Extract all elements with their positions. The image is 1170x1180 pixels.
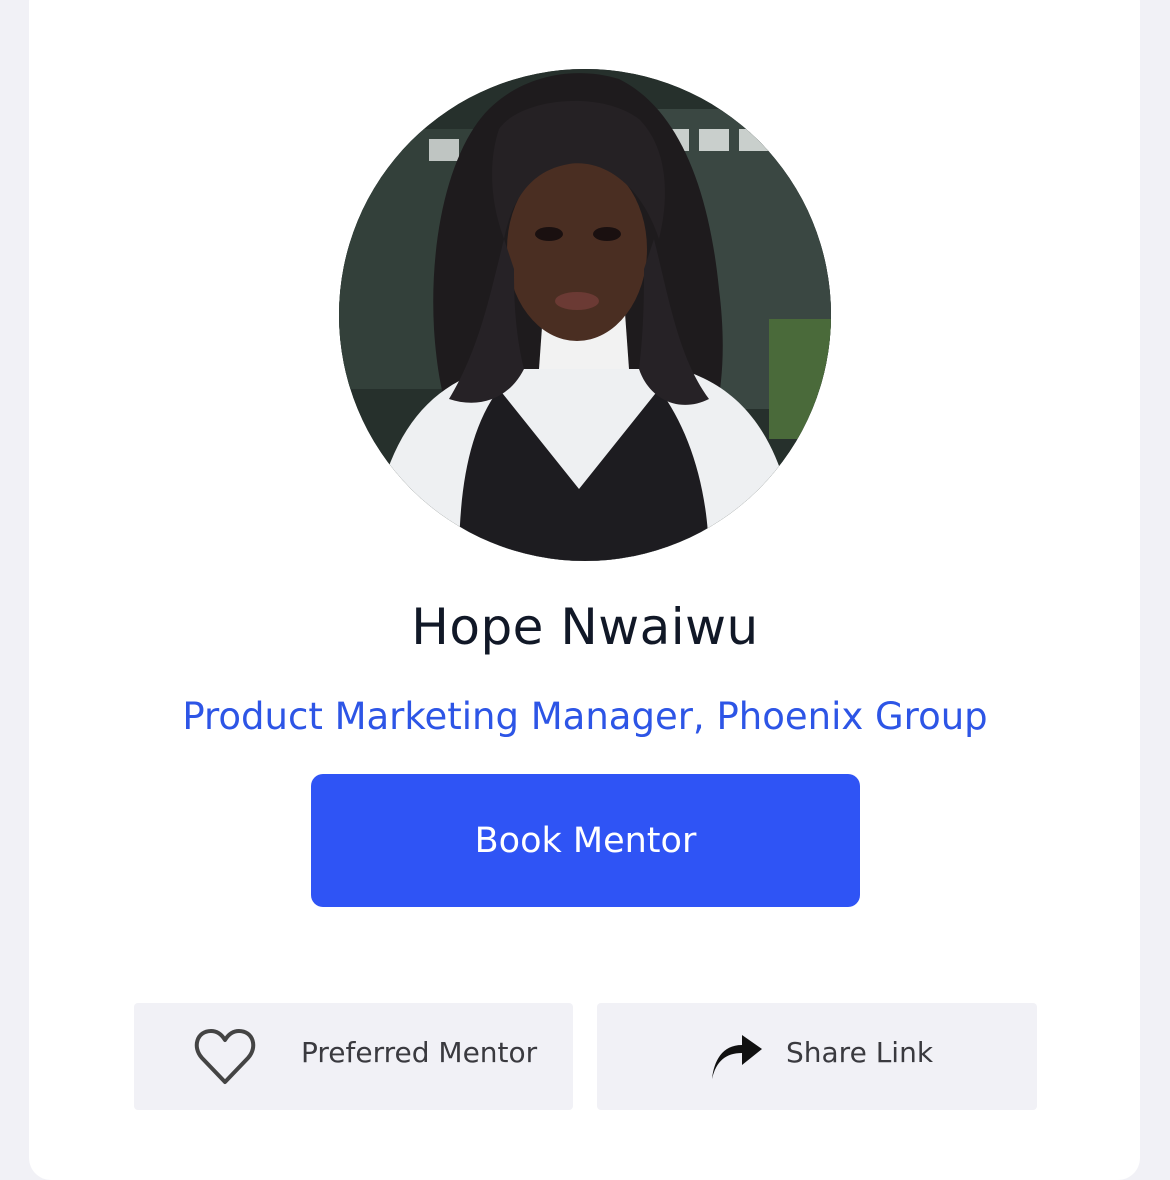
mentor-title: Product Marketing Manager, Phoenix Group: [182, 695, 988, 738]
book-mentor-button[interactable]: Book Mentor: [311, 774, 860, 907]
share-arrow-icon: [710, 1035, 764, 1085]
mentor-name: Hope Nwaiwu: [411, 598, 759, 656]
book-mentor-label: Book Mentor: [474, 820, 697, 861]
heart-outline-icon: [194, 1027, 256, 1091]
avatar: [339, 69, 831, 561]
share-link-button[interactable]: Share Link: [597, 1003, 1037, 1110]
share-link-label: Share Link: [786, 1036, 934, 1069]
preferred-mentor-button[interactable]: Preferred Mentor: [134, 1003, 573, 1110]
preferred-mentor-label: Preferred Mentor: [301, 1036, 538, 1069]
